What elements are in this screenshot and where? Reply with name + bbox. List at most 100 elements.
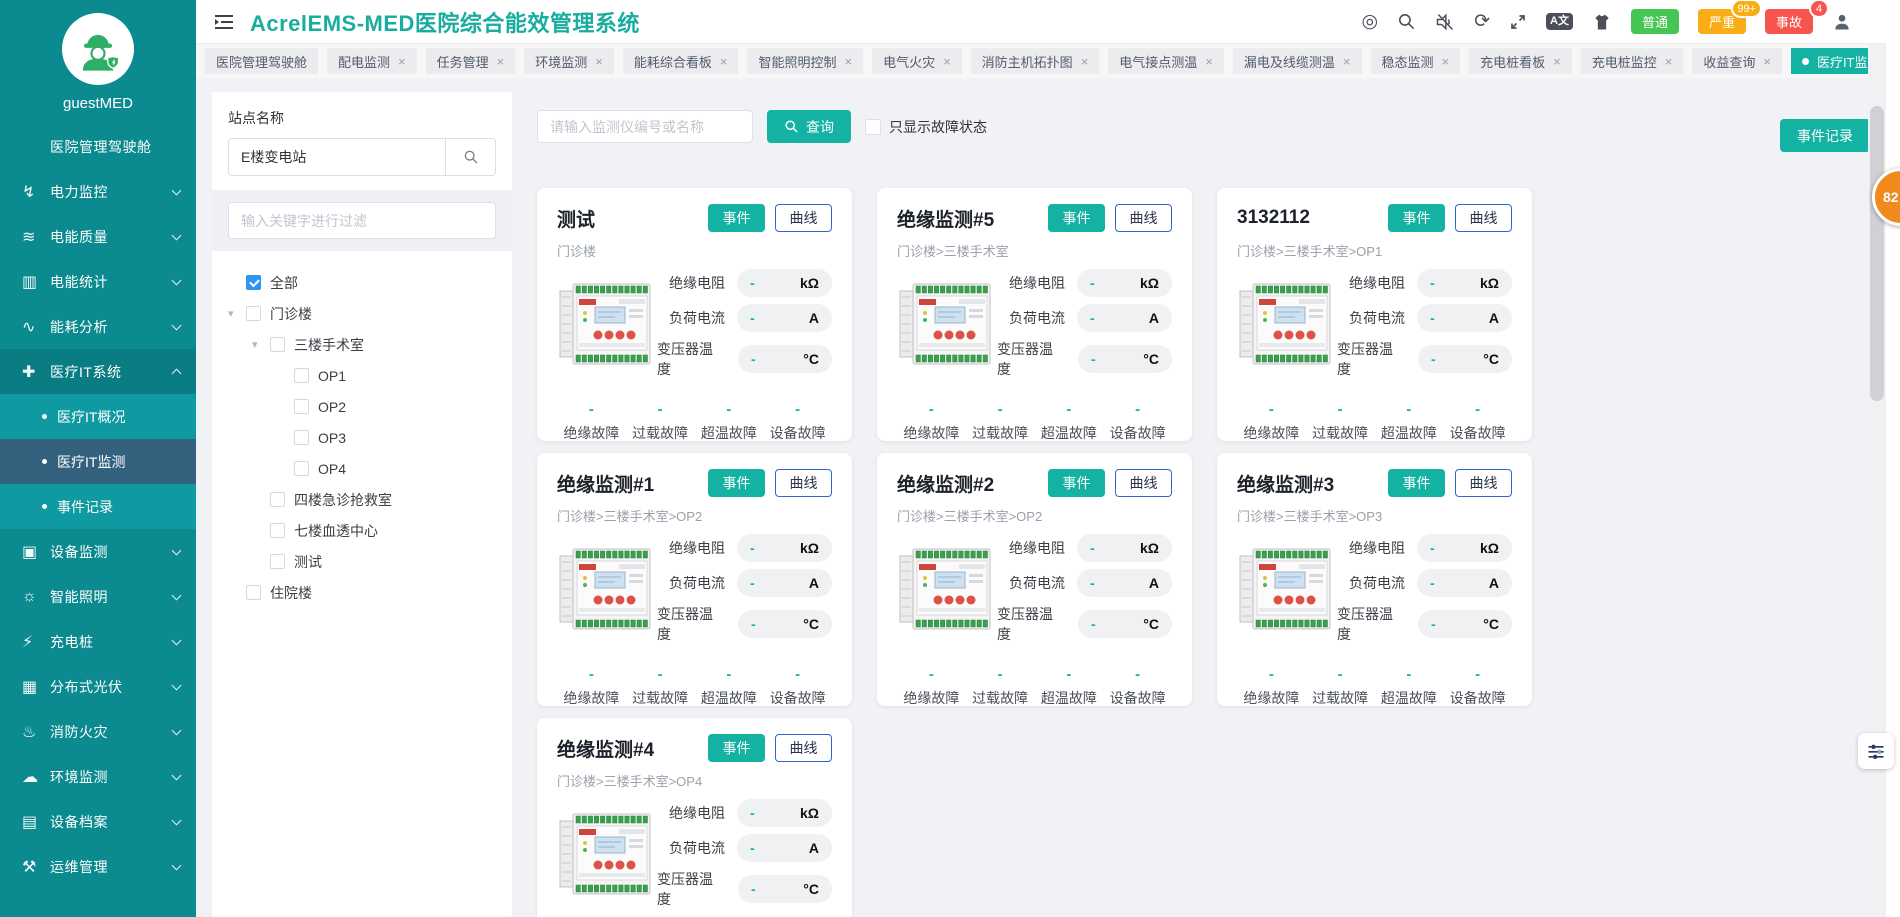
tree-node-四楼急诊抢救室[interactable]: 四楼急诊抢救室 [228, 484, 496, 515]
tree-node-全部[interactable]: 全部 [228, 267, 496, 298]
tab-close-icon[interactable]: × [1442, 54, 1450, 69]
monitor-search-input[interactable] [537, 110, 753, 143]
tab-close-icon[interactable]: × [1553, 54, 1561, 69]
sidebar-item-environment-monitor[interactable]: ☁环境监测 [0, 754, 196, 799]
tab-智能照明控制[interactable]: 智能照明控制× [747, 48, 863, 74]
sidebar-item-power-quality[interactable]: ≋电能质量 [0, 214, 196, 259]
translate-icon[interactable]: A文 [1546, 13, 1573, 30]
curve-button[interactable]: 曲线 [1115, 204, 1172, 232]
badge-accident[interactable]: 事故4 [1765, 9, 1813, 34]
event-button[interactable]: 事件 [708, 204, 765, 232]
tree-checkbox[interactable] [294, 368, 309, 383]
menu-collapse-icon[interactable] [214, 14, 234, 30]
sidebar-item-device-archive[interactable]: ▤设备档案 [0, 799, 196, 844]
scrollbar-thumb[interactable] [1870, 106, 1884, 401]
tab-close-icon[interactable]: × [595, 54, 603, 69]
event-button[interactable]: 事件 [1048, 204, 1105, 232]
sidebar-subitem-medical-it-monitor[interactable]: 医疗IT监测 [0, 439, 196, 484]
tree-checkbox[interactable] [246, 306, 261, 321]
tab-电气接点测温[interactable]: 电气接点测温× [1108, 48, 1224, 74]
tab-收益查询[interactable]: 收益查询× [1692, 48, 1782, 74]
theme-icon[interactable] [1592, 12, 1612, 32]
tab-close-icon[interactable]: × [1081, 54, 1089, 69]
event-button[interactable]: 事件 [1388, 469, 1445, 497]
sidebar-subitem-event-records[interactable]: 事件记录 [0, 484, 196, 529]
curve-button[interactable]: 曲线 [1115, 469, 1172, 497]
tab-漏电及线缆测温[interactable]: 漏电及线缆测温× [1233, 48, 1362, 74]
tree-node-OP4[interactable]: OP4 [228, 453, 496, 484]
event-log-button[interactable]: 事件记录 [1780, 119, 1870, 152]
station-search-button[interactable] [446, 138, 496, 176]
tab-能耗综合看板[interactable]: 能耗综合看板× [623, 48, 739, 74]
sidebar-subitem-medical-it-overview[interactable]: 医疗IT概况 [0, 394, 196, 439]
curve-button[interactable]: 曲线 [775, 734, 832, 762]
tab-close-icon[interactable]: × [1665, 54, 1673, 69]
tree-checkbox[interactable] [294, 430, 309, 445]
user-icon[interactable] [1832, 12, 1852, 32]
tree-checkbox[interactable] [270, 523, 285, 538]
refresh-icon[interactable]: ⟳ [1474, 12, 1490, 31]
tree-node-住院楼[interactable]: 住院楼 [228, 577, 496, 608]
display-settings-button[interactable] [1858, 733, 1894, 769]
tab-配电监测[interactable]: 配电监测× [327, 48, 417, 74]
avatar[interactable] [62, 13, 134, 85]
tree-filter-input[interactable] [228, 202, 496, 239]
badge-normal[interactable]: 普通 [1631, 9, 1679, 34]
sidebar-item-hospital-dashboard[interactable]: 医院管理驾驶舱 [0, 124, 196, 169]
tree-expand-icon[interactable]: ▾ [252, 338, 270, 351]
sidebar-item-medical-it[interactable]: ✚医疗IT系统 [0, 349, 196, 394]
tree-checkbox[interactable] [270, 554, 285, 569]
event-button[interactable]: 事件 [708, 469, 765, 497]
tab-任务管理[interactable]: 任务管理× [426, 48, 516, 74]
sidebar-item-energy-stats[interactable]: ▥电能统计 [0, 259, 196, 304]
sidebar-item-smart-lighting[interactable]: ☼智能照明 [0, 574, 196, 619]
event-button[interactable]: 事件 [1048, 469, 1105, 497]
tab-close-icon[interactable]: × [1763, 54, 1771, 69]
tab-稳态监测[interactable]: 稳态监测× [1371, 48, 1461, 74]
tree-node-OP2[interactable]: OP2 [228, 391, 496, 422]
curve-button[interactable]: 曲线 [1455, 469, 1512, 497]
curve-button[interactable]: 曲线 [775, 469, 832, 497]
tab-充电桩看板[interactable]: 充电桩看板× [1469, 48, 1572, 74]
tab-close-icon[interactable]: × [1205, 54, 1213, 69]
tab-消防主机拓扑图[interactable]: 消防主机拓扑图× [971, 48, 1100, 74]
tab-close-icon[interactable]: × [720, 54, 728, 69]
curve-button[interactable]: 曲线 [775, 204, 832, 232]
tree-checkbox[interactable] [294, 461, 309, 476]
tab-充电桩监控[interactable]: 充电桩监控× [1581, 48, 1684, 74]
sidebar-item-charging-pile[interactable]: ⚡充电桩 [0, 619, 196, 664]
tree-checkbox[interactable] [270, 492, 285, 507]
tree-checkbox[interactable] [270, 337, 285, 352]
fault-only-checkbox[interactable]: 只显示故障状态 [865, 117, 987, 137]
tree-node-七楼血透中心[interactable]: 七楼血透中心 [228, 515, 496, 546]
tab-close-icon[interactable]: × [497, 54, 505, 69]
tab-close-icon[interactable]: × [1343, 54, 1351, 69]
mute-icon[interactable] [1435, 12, 1455, 32]
query-button[interactable]: 查询 [767, 110, 851, 143]
tree-node-三楼手术室[interactable]: ▾三楼手术室 [228, 329, 496, 360]
sidebar-item-power-monitor[interactable]: ↯电力监控 [0, 169, 196, 214]
fullscreen-icon[interactable] [1509, 13, 1527, 31]
search-icon[interactable] [1397, 12, 1416, 31]
sidebar-item-fire-safety[interactable]: ♨消防火灾 [0, 709, 196, 754]
event-button[interactable]: 事件 [1388, 204, 1445, 232]
help-icon[interactable]: ◎ [1361, 12, 1378, 31]
tree-node-OP1[interactable]: OP1 [228, 360, 496, 391]
sidebar-item-ops-management[interactable]: ⚒运维管理 [0, 844, 196, 889]
badge-severe[interactable]: 严重99+ [1698, 9, 1746, 34]
station-name-input[interactable] [228, 138, 446, 176]
tab-电气火灾[interactable]: 电气火灾× [872, 48, 962, 74]
sidebar-item-device-monitor[interactable]: ▣设备监测 [0, 529, 196, 574]
tree-expand-icon[interactable]: ▾ [228, 307, 246, 320]
tab-close-icon[interactable]: × [398, 54, 406, 69]
event-button[interactable]: 事件 [708, 734, 765, 762]
tree-node-OP3[interactable]: OP3 [228, 422, 496, 453]
tab-环境监测[interactable]: 环境监测× [524, 48, 614, 74]
tree-node-测试[interactable]: 测试 [228, 546, 496, 577]
tree-checkbox[interactable] [294, 399, 309, 414]
tab-close-icon[interactable]: × [844, 54, 852, 69]
sidebar-item-distributed-pv[interactable]: ▦分布式光伏 [0, 664, 196, 709]
tab-医院管理驾驶舱[interactable]: 医院管理驾驶舱 [205, 48, 318, 74]
tree-node-门诊楼[interactable]: ▾门诊楼 [228, 298, 496, 329]
tab-close-icon[interactable]: × [943, 54, 951, 69]
